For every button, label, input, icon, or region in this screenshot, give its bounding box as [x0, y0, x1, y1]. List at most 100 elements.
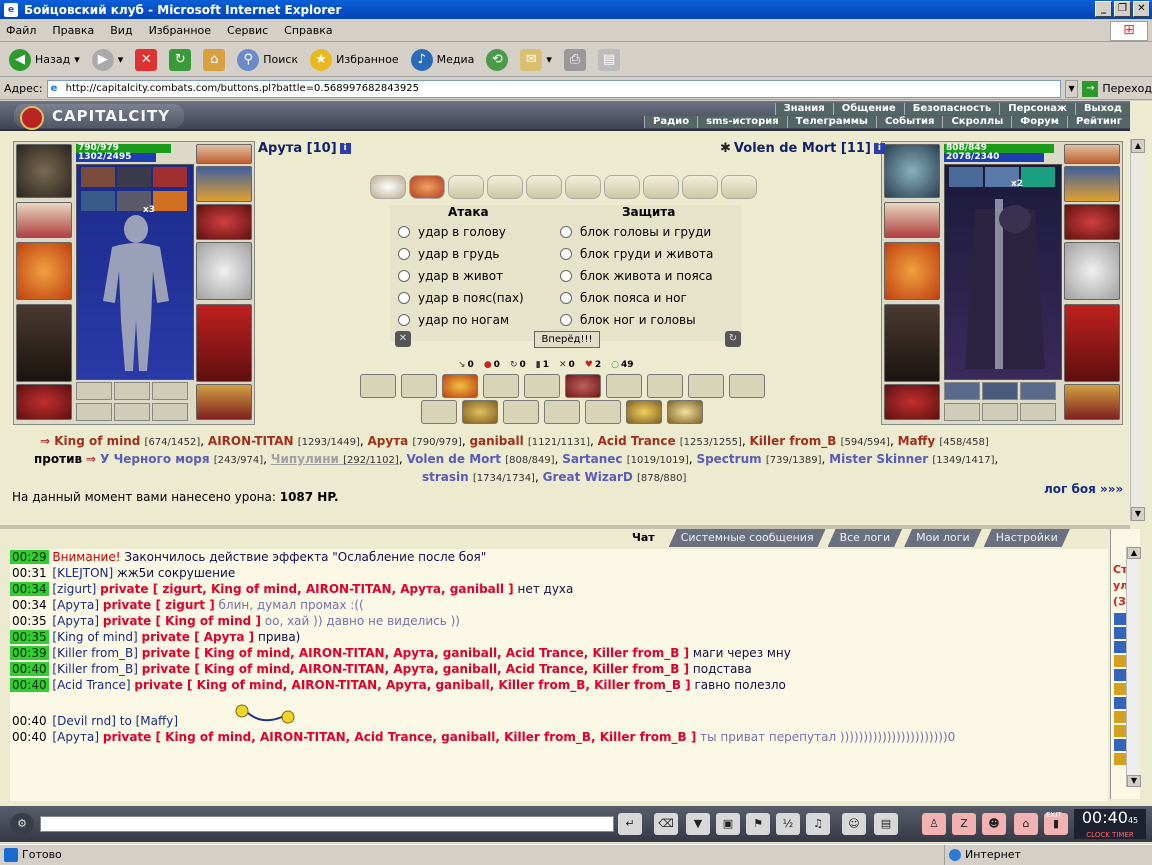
menu-edit[interactable]: Правка: [52, 24, 94, 37]
back-button[interactable]: ◀ Назад ▾: [6, 46, 83, 74]
team-member[interactable]: Sartanec [1019/1019]: [562, 452, 689, 466]
attack-tab[interactable]: [370, 175, 406, 199]
gloves-slot[interactable]: [1064, 204, 1120, 240]
send-enter-icon[interactable]: ↵: [618, 813, 642, 835]
media-button[interactable]: ♪ Медиа: [408, 46, 478, 74]
effect-icon[interactable]: [1021, 167, 1055, 187]
team-member[interactable]: Spectrum [739/1389]: [696, 452, 821, 466]
amulet-slot[interactable]: [196, 166, 252, 202]
scroll-up-icon[interactable]: ▲: [1131, 139, 1145, 153]
team-member[interactable]: Volen de Mort [808/849]: [406, 452, 554, 466]
crown-icon[interactable]: [1114, 683, 1126, 695]
tab-my-logs[interactable]: Мои логи: [904, 529, 982, 547]
tab-system-messages[interactable]: Системные сообщения: [669, 529, 826, 547]
battle-log-link[interactable]: лог боя »»»: [1044, 482, 1123, 496]
attack-tab[interactable]: [721, 175, 757, 199]
team-member[interactable]: Maffy [458/458]: [898, 434, 989, 448]
users-icon[interactable]: ☻: [982, 813, 1006, 835]
nav-radio[interactable]: Радио: [644, 116, 697, 128]
rune-slot[interactable]: [944, 382, 980, 400]
forward-button[interactable]: Вперёд!!!: [534, 331, 600, 348]
nav-events[interactable]: События: [875, 116, 942, 128]
sound-icon[interactable]: ♫: [806, 813, 830, 835]
tab-chat[interactable]: Чат: [620, 529, 667, 547]
settings-gear-icon[interactable]: ⚙: [10, 813, 34, 835]
bracer-slot[interactable]: [884, 202, 940, 238]
user-icon[interactable]: [1114, 627, 1126, 639]
technique-icon[interactable]: [524, 374, 560, 398]
defense-option-legs-head[interactable]: блок ног и головы: [560, 313, 696, 327]
effect-icon[interactable]: [949, 167, 983, 187]
team-member[interactable]: ganiball [1121/1131]: [469, 434, 590, 448]
technique-icon[interactable]: [647, 374, 683, 398]
rune-slot[interactable]: [982, 403, 1018, 421]
menu-view[interactable]: Вид: [110, 24, 132, 37]
crown-icon[interactable]: [1114, 655, 1126, 667]
bell-icon[interactable]: ♙: [922, 813, 946, 835]
scroll-tool-icon[interactable]: Z: [952, 813, 976, 835]
nav-forum[interactable]: Форум: [1011, 116, 1067, 128]
armor-slot[interactable]: [16, 304, 72, 382]
technique-icon[interactable]: [606, 374, 642, 398]
attack-option-chest[interactable]: удар в грудь: [398, 247, 499, 261]
exit-icon[interactable]: EXIT ▮: [1044, 811, 1068, 835]
rune-slot[interactable]: [152, 382, 188, 400]
technique-icon[interactable]: [421, 400, 457, 424]
attack-tab[interactable]: [448, 175, 484, 199]
chat-scrollbar[interactable]: ▲ ▼: [1126, 547, 1141, 787]
belt-slot[interactable]: [884, 384, 940, 420]
armor-slot[interactable]: [884, 304, 940, 382]
player-left-name[interactable]: Арута [10] i: [258, 141, 351, 156]
team-member[interactable]: strasin [1734/1734]: [422, 470, 535, 484]
mail-button[interactable]: ✉ ▾: [517, 46, 555, 74]
technique-icon[interactable]: [442, 374, 478, 398]
nav-sms-history[interactable]: sms-история: [697, 116, 787, 128]
effect-icon[interactable]: [81, 191, 115, 211]
info-icon[interactable]: i: [339, 143, 351, 154]
address-dropdown-icon[interactable]: ▼: [1064, 79, 1079, 98]
legs-slot[interactable]: [1064, 304, 1120, 382]
house-icon[interactable]: ⌂: [1014, 813, 1038, 835]
technique-icon[interactable]: [626, 400, 662, 424]
helmet-slot[interactable]: [884, 144, 940, 198]
shield-slot[interactable]: [1064, 242, 1120, 300]
history-button[interactable]: ⟲: [483, 46, 511, 74]
helmet-slot[interactable]: [16, 144, 72, 198]
info-icon[interactable]: i: [873, 143, 885, 154]
battle-frame-scrollbar[interactable]: ▲ ▼: [1130, 139, 1145, 521]
rune-slot[interactable]: [114, 403, 150, 421]
legs-slot[interactable]: [196, 304, 252, 382]
scroll-down-icon[interactable]: ▼: [1131, 507, 1145, 521]
effect-icon[interactable]: [117, 167, 151, 187]
amulet-slot[interactable]: [1064, 166, 1120, 202]
attack-tab[interactable]: [487, 175, 523, 199]
rune-slot[interactable]: [76, 403, 112, 421]
defense-option-waist-legs[interactable]: блок пояса и ног: [560, 291, 687, 305]
team-member[interactable]: AIRON-TITAN [1293/1449]: [208, 434, 360, 448]
gloves-slot[interactable]: [196, 204, 252, 240]
team-member[interactable]: У Черного моря [243/974]: [100, 452, 263, 466]
close-button[interactable]: ✕: [1133, 1, 1150, 17]
attack-tab[interactable]: [526, 175, 562, 199]
nav-communication[interactable]: Общение: [832, 103, 904, 115]
effect-icon[interactable]: [153, 167, 187, 187]
fraction-icon[interactable]: ½: [776, 813, 800, 835]
minimize-button[interactable]: _: [1095, 1, 1112, 17]
attack-shield-icon[interactable]: ✕: [395, 331, 411, 347]
rune-slot[interactable]: [1020, 403, 1056, 421]
chat-input[interactable]: [40, 816, 614, 832]
attack-tab[interactable]: [565, 175, 601, 199]
user-icon[interactable]: [1114, 739, 1126, 751]
attack-tab[interactable]: [409, 175, 445, 199]
smile-icon[interactable]: ☺: [842, 813, 866, 835]
defense-shield-icon[interactable]: ↻: [725, 331, 741, 347]
menu-tools[interactable]: Сервис: [227, 24, 268, 37]
refresh-button[interactable]: ↻: [166, 46, 194, 74]
home-button[interactable]: ⌂: [200, 46, 228, 74]
effect-icon[interactable]: [153, 191, 187, 211]
avatar-left[interactable]: x3: [76, 164, 194, 380]
avatar-right[interactable]: x2: [944, 164, 1062, 380]
user-icon[interactable]: [1114, 613, 1126, 625]
rune-slot[interactable]: [944, 403, 980, 421]
eraser-icon[interactable]: ⌫: [654, 813, 678, 835]
